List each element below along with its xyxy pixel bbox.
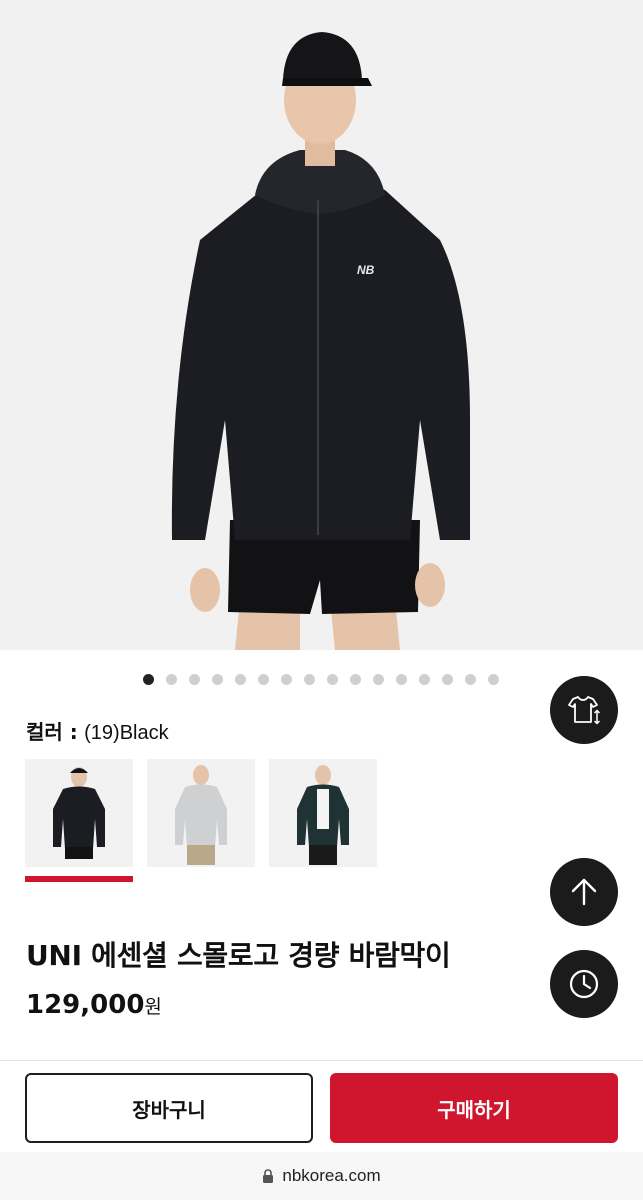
clock-icon — [569, 969, 599, 999]
lock-icon — [263, 1168, 274, 1183]
price-amount: 129,000 — [26, 990, 145, 1020]
recent-viewed-button[interactable] — [550, 950, 618, 1018]
pagination-dot[interactable] — [373, 674, 384, 685]
svg-text:NB: NB — [357, 263, 375, 277]
add-to-cart-button[interactable]: 장바구니 — [25, 1073, 313, 1143]
model-illustration: NB — [0, 0, 643, 650]
color-thumb-grey[interactable] — [147, 759, 255, 867]
pagination-dot[interactable] — [212, 674, 223, 685]
color-thumb-black[interactable] — [25, 759, 133, 867]
pagination-dot[interactable] — [350, 674, 361, 685]
size-compare-button[interactable] — [550, 676, 618, 744]
color-thumb-dark-green[interactable] — [269, 759, 377, 867]
scroll-top-button[interactable] — [550, 858, 618, 926]
image-pagination[interactable] — [143, 674, 499, 685]
thumb-image — [25, 759, 133, 867]
product-title: UNI 에센셜 스몰로고 경량 바람막이 — [26, 939, 451, 972]
price-unit: 원 — [144, 996, 162, 1018]
pagination-dot[interactable] — [488, 674, 499, 685]
pagination-dot[interactable] — [143, 674, 154, 685]
color-option-label: 컬러 : (19)Black — [26, 716, 169, 745]
product-main-image[interactable]: NB — [0, 0, 643, 650]
url-text: nbkorea.com — [282, 1166, 381, 1185]
buy-now-button[interactable]: 구매하기 — [330, 1073, 618, 1143]
arrow-up-icon — [571, 878, 597, 906]
color-label: 컬러 : — [26, 720, 78, 744]
color-swatch-list — [25, 759, 377, 867]
product-price: 129,000원 — [26, 990, 162, 1020]
bottom-bar-divider — [0, 1060, 643, 1061]
color-value: (19)Black — [84, 722, 169, 744]
shirt-size-icon — [568, 696, 601, 725]
thumb-image — [147, 759, 255, 867]
pagination-dot[interactable] — [327, 674, 338, 685]
thumb-image — [269, 759, 377, 867]
pagination-dot[interactable] — [258, 674, 269, 685]
pagination-dot[interactable] — [396, 674, 407, 685]
pagination-dot[interactable] — [281, 674, 292, 685]
pagination-dot[interactable] — [166, 674, 177, 685]
pagination-dot[interactable] — [235, 674, 246, 685]
pagination-dot[interactable] — [442, 674, 453, 685]
pagination-dot[interactable] — [189, 674, 200, 685]
selected-color-indicator — [25, 876, 133, 882]
browser-address-bar[interactable]: nbkorea.com — [0, 1152, 643, 1200]
pagination-dot[interactable] — [465, 674, 476, 685]
pagination-dot[interactable] — [419, 674, 430, 685]
pagination-dot[interactable] — [304, 674, 315, 685]
